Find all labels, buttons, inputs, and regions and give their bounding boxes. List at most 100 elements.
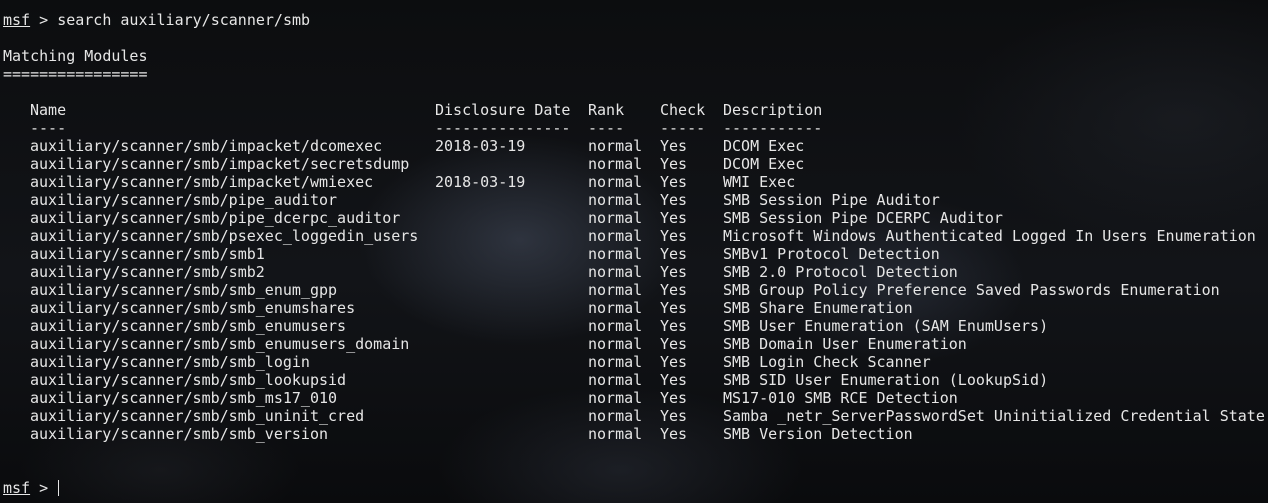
header-rank: Rank xyxy=(588,101,625,119)
rank: normal xyxy=(588,209,643,227)
rank: normal xyxy=(588,353,643,371)
description: Samba _netr_ServerPasswordSet Uninitiali… xyxy=(723,407,1265,425)
check: Yes xyxy=(660,335,688,353)
module-name: auxiliary/scanner/smb/smb_enumshares xyxy=(30,299,356,317)
module-name: auxiliary/scanner/smb/impacket/dcomexec xyxy=(30,137,383,155)
rank: normal xyxy=(588,263,643,281)
module-name: auxiliary/scanner/smb/smb_version xyxy=(30,425,329,443)
rank: normal xyxy=(588,173,643,191)
table-row: auxiliary/scanner/smb/psexec_loggedin_us… xyxy=(0,227,1268,245)
description: MS17-010 SMB RCE Detection xyxy=(723,389,958,407)
terminal-window[interactable]: msf > search auxiliary/scanner/smb Match… xyxy=(0,0,1268,503)
module-name: auxiliary/scanner/smb/smb_uninit_cred xyxy=(30,407,365,425)
divider-disclosure-date: --------------- xyxy=(435,119,571,137)
check: Yes xyxy=(660,191,688,209)
module-name: auxiliary/scanner/smb/impacket/wmiexec xyxy=(30,173,374,191)
module-name: auxiliary/scanner/smb/smb_enum_gpp xyxy=(30,281,338,299)
check: Yes xyxy=(660,371,688,389)
module-name: auxiliary/scanner/smb/smb_lookupsid xyxy=(30,371,347,389)
rank: normal xyxy=(588,155,643,173)
divider-name: ---- xyxy=(30,119,67,137)
description: SMBv1 Protocol Detection xyxy=(723,245,940,263)
rank: normal xyxy=(588,425,643,443)
check: Yes xyxy=(660,389,688,407)
rank: normal xyxy=(588,335,643,353)
prompt-label: msf xyxy=(3,479,31,497)
rank: normal xyxy=(588,407,643,425)
rank: normal xyxy=(588,389,643,407)
header-disclosure-date: Disclosure Date xyxy=(435,101,571,119)
rank: normal xyxy=(588,299,643,317)
prompt-separator: > xyxy=(30,11,58,29)
check: Yes xyxy=(660,209,688,227)
table-row: auxiliary/scanner/smb/pipe_dcerpc_audito… xyxy=(0,209,1268,227)
description: SMB SID User Enumeration (LookupSid) xyxy=(723,371,1049,389)
module-name: auxiliary/scanner/smb/psexec_loggedin_us… xyxy=(30,227,419,245)
module-name: auxiliary/scanner/smb/smb_login xyxy=(30,353,310,371)
section-title: Matching Modules xyxy=(3,47,148,65)
check: Yes xyxy=(660,155,688,173)
description: SMB Login Check Scanner xyxy=(723,353,931,371)
header-description: Description xyxy=(723,101,823,119)
check: Yes xyxy=(660,317,688,335)
description: SMB User Enumeration (SAM EnumUsers) xyxy=(723,317,1049,335)
check: Yes xyxy=(660,137,688,155)
check: Yes xyxy=(660,353,688,371)
check: Yes xyxy=(660,173,688,191)
table-row: auxiliary/scanner/smb/smb_version normal Y… xyxy=(0,425,1268,443)
input-line[interactable]: msf > xyxy=(3,479,60,497)
table-row: auxiliary/scanner/smb/pipe_auditor normal… xyxy=(0,191,1268,209)
rank: normal xyxy=(588,137,643,155)
divider-rank: ---- xyxy=(588,119,625,137)
section-rule: ================ xyxy=(3,65,148,83)
table-row: auxiliary/scanner/smb/impacket/secretsdu… xyxy=(0,155,1268,173)
disclosure-date: 2018-03-19 xyxy=(435,173,526,191)
module-name: auxiliary/scanner/smb/pipe_dcerpc_audito… xyxy=(30,209,401,227)
check: Yes xyxy=(660,263,688,281)
rank: normal xyxy=(588,227,643,245)
table-row: auxiliary/scanner/smb/impacket/wmiexec 20… xyxy=(0,173,1268,191)
header-name: Name xyxy=(30,101,67,119)
table-row: auxiliary/scanner/smb/smb_enumusers_doma… xyxy=(0,335,1268,353)
description: SMB Domain User Enumeration xyxy=(723,335,967,353)
rank: normal xyxy=(588,191,643,209)
rank: normal xyxy=(588,245,643,263)
table-row: auxiliary/scanner/smb/smb_enumshares norm… xyxy=(0,299,1268,317)
prompt-separator: > xyxy=(30,479,58,497)
table-row: auxiliary/scanner/smb/smb_uninit_cred nor… xyxy=(0,407,1268,425)
rank: normal xyxy=(588,371,643,389)
divider-check: ----- xyxy=(660,119,706,137)
check: Yes xyxy=(660,281,688,299)
module-name: auxiliary/scanner/smb/impacket/secretsdu… xyxy=(30,155,410,173)
divider-description: ----------- xyxy=(723,119,823,137)
table-row: auxiliary/scanner/smb/smb_enumusers norma… xyxy=(0,317,1268,335)
prompt-label: msf xyxy=(3,11,31,29)
text-cursor xyxy=(58,480,60,496)
check: Yes xyxy=(660,245,688,263)
description: SMB 2.0 Protocol Detection xyxy=(723,263,958,281)
module-name: auxiliary/scanner/smb/pipe_auditor xyxy=(30,191,338,209)
check: Yes xyxy=(660,425,688,443)
module-name: auxiliary/scanner/smb/smb1 xyxy=(30,245,265,263)
check: Yes xyxy=(660,299,688,317)
disclosure-date: 2018-03-19 xyxy=(435,137,526,155)
module-name: auxiliary/scanner/smb/smb_ms17_010 xyxy=(30,389,338,407)
check: Yes xyxy=(660,227,688,245)
description: SMB Group Policy Preference Saved Passwo… xyxy=(723,281,1220,299)
table-row: auxiliary/scanner/smb/smb_enum_gpp normal… xyxy=(0,281,1268,299)
table-row: auxiliary/scanner/smb/smb2 normal Yes SMB 2… xyxy=(0,263,1268,281)
description: SMB Session Pipe DCERPC Auditor xyxy=(723,209,1003,227)
table-row: auxiliary/scanner/smb/impacket/dcomexec 2… xyxy=(0,137,1268,155)
module-name: auxiliary/scanner/smb/smb2 xyxy=(30,263,265,281)
check: Yes xyxy=(660,407,688,425)
description: DCOM Exec xyxy=(723,155,805,173)
table-row: auxiliary/scanner/smb/smb_lookupsid norma… xyxy=(0,371,1268,389)
table-header-divider: ---- --------------- ---- ----- --------… xyxy=(0,119,1268,137)
description: DCOM Exec xyxy=(723,137,805,155)
table-row: auxiliary/scanner/smb/smb1 normal Yes SMBv1… xyxy=(0,245,1268,263)
command-text: search auxiliary/scanner/smb xyxy=(57,11,311,29)
rank: normal xyxy=(588,281,643,299)
header-check: Check xyxy=(660,101,706,119)
description: SMB Share Enumeration xyxy=(723,299,913,317)
description: Microsoft Windows Authenticated Logged I… xyxy=(723,227,1256,245)
